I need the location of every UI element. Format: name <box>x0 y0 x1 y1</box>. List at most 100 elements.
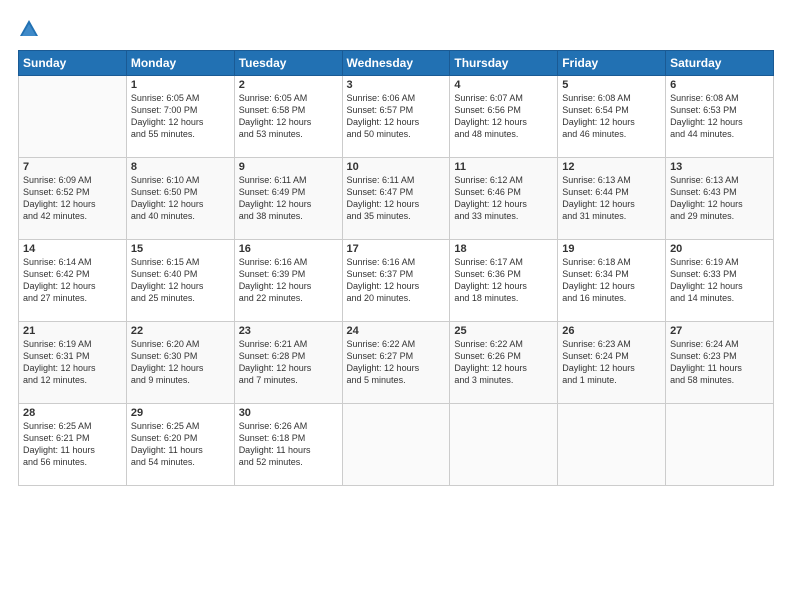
cal-cell: 2Sunrise: 6:05 AMSunset: 6:58 PMDaylight… <box>234 76 342 158</box>
cal-cell: 16Sunrise: 6:16 AMSunset: 6:39 PMDayligh… <box>234 240 342 322</box>
day-number: 17 <box>347 243 446 255</box>
cal-cell: 12Sunrise: 6:13 AMSunset: 6:44 PMDayligh… <box>558 158 666 240</box>
cal-cell: 18Sunrise: 6:17 AMSunset: 6:36 PMDayligh… <box>450 240 558 322</box>
day-header-saturday: Saturday <box>666 51 774 76</box>
day-number: 14 <box>23 243 122 255</box>
day-number: 19 <box>562 243 661 255</box>
cal-cell: 20Sunrise: 6:19 AMSunset: 6:33 PMDayligh… <box>666 240 774 322</box>
day-number: 4 <box>454 79 553 91</box>
day-header-monday: Monday <box>126 51 234 76</box>
day-number: 28 <box>23 407 122 419</box>
cell-info: Sunrise: 6:10 AMSunset: 6:50 PMDaylight:… <box>131 174 230 223</box>
cal-cell: 4Sunrise: 6:07 AMSunset: 6:56 PMDaylight… <box>450 76 558 158</box>
cal-cell <box>19 76 127 158</box>
cal-cell: 3Sunrise: 6:06 AMSunset: 6:57 PMDaylight… <box>342 76 450 158</box>
cal-cell: 6Sunrise: 6:08 AMSunset: 6:53 PMDaylight… <box>666 76 774 158</box>
cal-cell: 14Sunrise: 6:14 AMSunset: 6:42 PMDayligh… <box>19 240 127 322</box>
cal-cell <box>342 404 450 486</box>
cal-cell: 25Sunrise: 6:22 AMSunset: 6:26 PMDayligh… <box>450 322 558 404</box>
day-header-sunday: Sunday <box>19 51 127 76</box>
cell-info: Sunrise: 6:18 AMSunset: 6:34 PMDaylight:… <box>562 256 661 305</box>
cal-cell: 5Sunrise: 6:08 AMSunset: 6:54 PMDaylight… <box>558 76 666 158</box>
cell-info: Sunrise: 6:20 AMSunset: 6:30 PMDaylight:… <box>131 338 230 387</box>
day-number: 5 <box>562 79 661 91</box>
cell-info: Sunrise: 6:08 AMSunset: 6:53 PMDaylight:… <box>670 92 769 141</box>
cal-cell: 11Sunrise: 6:12 AMSunset: 6:46 PMDayligh… <box>450 158 558 240</box>
week-row-4: 28Sunrise: 6:25 AMSunset: 6:21 PMDayligh… <box>19 404 774 486</box>
day-number: 3 <box>347 79 446 91</box>
cal-cell: 1Sunrise: 6:05 AMSunset: 7:00 PMDaylight… <box>126 76 234 158</box>
cal-cell: 13Sunrise: 6:13 AMSunset: 6:43 PMDayligh… <box>666 158 774 240</box>
cell-info: Sunrise: 6:09 AMSunset: 6:52 PMDaylight:… <box>23 174 122 223</box>
day-number: 22 <box>131 325 230 337</box>
day-header-wednesday: Wednesday <box>342 51 450 76</box>
calendar-page: SundayMondayTuesdayWednesdayThursdayFrid… <box>0 0 792 612</box>
cell-info: Sunrise: 6:26 AMSunset: 6:18 PMDaylight:… <box>239 420 338 469</box>
header <box>18 18 774 40</box>
cell-info: Sunrise: 6:16 AMSunset: 6:37 PMDaylight:… <box>347 256 446 305</box>
cal-cell: 9Sunrise: 6:11 AMSunset: 6:49 PMDaylight… <box>234 158 342 240</box>
cal-cell: 10Sunrise: 6:11 AMSunset: 6:47 PMDayligh… <box>342 158 450 240</box>
calendar-table: SundayMondayTuesdayWednesdayThursdayFrid… <box>18 50 774 486</box>
cal-cell: 28Sunrise: 6:25 AMSunset: 6:21 PMDayligh… <box>19 404 127 486</box>
day-number: 21 <box>23 325 122 337</box>
cell-info: Sunrise: 6:13 AMSunset: 6:43 PMDaylight:… <box>670 174 769 223</box>
cell-info: Sunrise: 6:19 AMSunset: 6:31 PMDaylight:… <box>23 338 122 387</box>
day-number: 20 <box>670 243 769 255</box>
cell-info: Sunrise: 6:06 AMSunset: 6:57 PMDaylight:… <box>347 92 446 141</box>
day-header-thursday: Thursday <box>450 51 558 76</box>
day-number: 11 <box>454 161 553 173</box>
cell-info: Sunrise: 6:23 AMSunset: 6:24 PMDaylight:… <box>562 338 661 387</box>
cell-info: Sunrise: 6:07 AMSunset: 6:56 PMDaylight:… <box>454 92 553 141</box>
cal-cell: 24Sunrise: 6:22 AMSunset: 6:27 PMDayligh… <box>342 322 450 404</box>
day-number: 18 <box>454 243 553 255</box>
day-number: 27 <box>670 325 769 337</box>
cell-info: Sunrise: 6:11 AMSunset: 6:49 PMDaylight:… <box>239 174 338 223</box>
cell-info: Sunrise: 6:05 AMSunset: 7:00 PMDaylight:… <box>131 92 230 141</box>
day-header-friday: Friday <box>558 51 666 76</box>
day-number: 26 <box>562 325 661 337</box>
cell-info: Sunrise: 6:24 AMSunset: 6:23 PMDaylight:… <box>670 338 769 387</box>
cal-cell: 22Sunrise: 6:20 AMSunset: 6:30 PMDayligh… <box>126 322 234 404</box>
day-number: 8 <box>131 161 230 173</box>
day-number: 16 <box>239 243 338 255</box>
day-number: 24 <box>347 325 446 337</box>
cal-cell: 7Sunrise: 6:09 AMSunset: 6:52 PMDaylight… <box>19 158 127 240</box>
day-header-tuesday: Tuesday <box>234 51 342 76</box>
week-row-3: 21Sunrise: 6:19 AMSunset: 6:31 PMDayligh… <box>19 322 774 404</box>
cell-info: Sunrise: 6:25 AMSunset: 6:21 PMDaylight:… <box>23 420 122 469</box>
cal-cell: 27Sunrise: 6:24 AMSunset: 6:23 PMDayligh… <box>666 322 774 404</box>
day-number: 12 <box>562 161 661 173</box>
cell-info: Sunrise: 6:11 AMSunset: 6:47 PMDaylight:… <box>347 174 446 223</box>
cell-info: Sunrise: 6:19 AMSunset: 6:33 PMDaylight:… <box>670 256 769 305</box>
header-row: SundayMondayTuesdayWednesdayThursdayFrid… <box>19 51 774 76</box>
week-row-2: 14Sunrise: 6:14 AMSunset: 6:42 PMDayligh… <box>19 240 774 322</box>
cell-info: Sunrise: 6:22 AMSunset: 6:27 PMDaylight:… <box>347 338 446 387</box>
cell-info: Sunrise: 6:17 AMSunset: 6:36 PMDaylight:… <box>454 256 553 305</box>
cell-info: Sunrise: 6:08 AMSunset: 6:54 PMDaylight:… <box>562 92 661 141</box>
cal-cell: 15Sunrise: 6:15 AMSunset: 6:40 PMDayligh… <box>126 240 234 322</box>
cell-info: Sunrise: 6:21 AMSunset: 6:28 PMDaylight:… <box>239 338 338 387</box>
day-number: 6 <box>670 79 769 91</box>
day-number: 7 <box>23 161 122 173</box>
cal-cell: 30Sunrise: 6:26 AMSunset: 6:18 PMDayligh… <box>234 404 342 486</box>
cal-cell: 29Sunrise: 6:25 AMSunset: 6:20 PMDayligh… <box>126 404 234 486</box>
week-row-0: 1Sunrise: 6:05 AMSunset: 7:00 PMDaylight… <box>19 76 774 158</box>
cal-cell: 26Sunrise: 6:23 AMSunset: 6:24 PMDayligh… <box>558 322 666 404</box>
logo <box>18 18 44 40</box>
day-number: 9 <box>239 161 338 173</box>
cal-cell: 23Sunrise: 6:21 AMSunset: 6:28 PMDayligh… <box>234 322 342 404</box>
cal-cell: 17Sunrise: 6:16 AMSunset: 6:37 PMDayligh… <box>342 240 450 322</box>
day-number: 30 <box>239 407 338 419</box>
day-number: 23 <box>239 325 338 337</box>
cell-info: Sunrise: 6:14 AMSunset: 6:42 PMDaylight:… <box>23 256 122 305</box>
day-number: 2 <box>239 79 338 91</box>
day-number: 15 <box>131 243 230 255</box>
day-number: 13 <box>670 161 769 173</box>
cell-info: Sunrise: 6:13 AMSunset: 6:44 PMDaylight:… <box>562 174 661 223</box>
day-number: 1 <box>131 79 230 91</box>
cell-info: Sunrise: 6:16 AMSunset: 6:39 PMDaylight:… <box>239 256 338 305</box>
cal-cell <box>558 404 666 486</box>
cell-info: Sunrise: 6:15 AMSunset: 6:40 PMDaylight:… <box>131 256 230 305</box>
day-number: 29 <box>131 407 230 419</box>
